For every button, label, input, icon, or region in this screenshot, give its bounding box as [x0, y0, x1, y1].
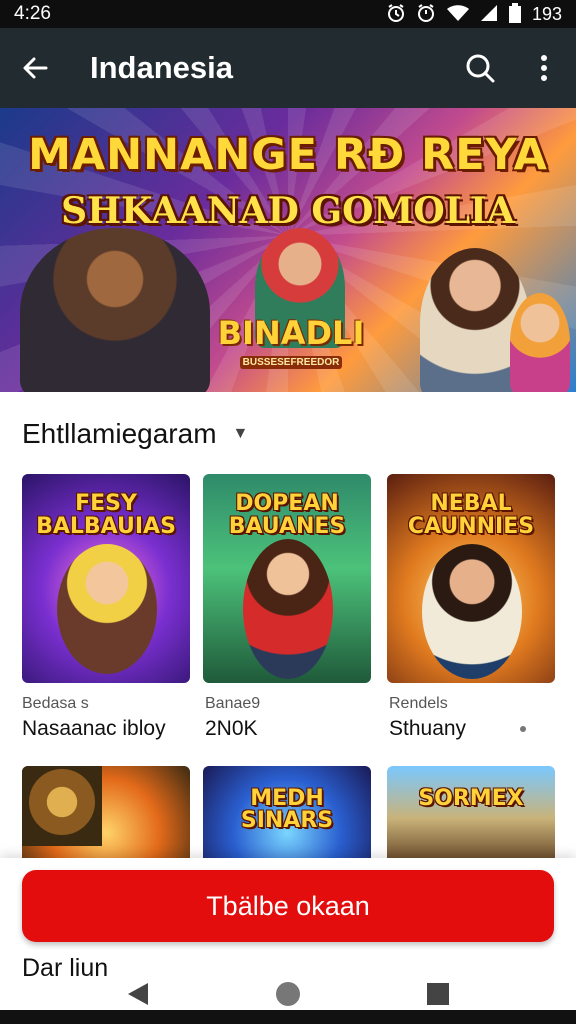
search-button[interactable] [448, 28, 512, 108]
banner-hero-warrior [20, 228, 210, 392]
alarm-icon [416, 3, 436, 26]
game-card-title: MEDH SINARS [240, 786, 334, 833]
status-bar: 4:26 193 [0, 0, 576, 28]
game-card-art [22, 766, 102, 846]
status-icons: 193 [386, 2, 562, 26]
page-title: Indanesia [90, 50, 233, 85]
game-card-title: DOPEAN BAUANES [228, 491, 346, 540]
game-card-6[interactable]: SORMEX [387, 766, 555, 861]
more-dot-icon [520, 726, 526, 732]
game-card-meta: Banae9 [205, 695, 261, 712]
status-time: 4:26 [14, 3, 51, 24]
game-card-name: Sthuany [389, 717, 467, 740]
battery-text: 193 [531, 3, 562, 24]
game-card-name: Nasaanac ibloy [22, 717, 166, 740]
game-card-5[interactable]: MEDH SINARS [203, 766, 371, 861]
battery-icon [508, 2, 522, 26]
nav-recents-button[interactable] [418, 974, 458, 1014]
back-triangle-icon [128, 983, 148, 1005]
primary-cta-button[interactable]: Tbälbe okaan [22, 870, 554, 942]
game-card-title: FESY BALBAUIAS [36, 491, 176, 540]
signal-icon [480, 3, 498, 26]
game-card-art [243, 539, 333, 679]
game-card-3[interactable]: NEBAL CAUNNIES [387, 474, 555, 683]
back-arrow-icon [23, 57, 48, 79]
game-card-title: SORMEX [418, 786, 524, 811]
game-card-1[interactable]: FESY BALBAUIAS [22, 474, 190, 683]
banner-headline: MANNANGE RÐ REYA [28, 130, 548, 180]
home-circle-icon [276, 982, 300, 1006]
banner-logo: BINADLI BUSSESEFREEDOR [212, 314, 370, 370]
category-dropdown[interactable]: Ehtllamiegaram ▼ [22, 418, 248, 450]
game-card-title: NEBAL CAUNNIES [407, 491, 535, 540]
banner-logo-text: BINADLI [217, 314, 365, 352]
chevron-down-icon: ▼ [232, 425, 249, 442]
game-card-2[interactable]: DOPEAN BAUANES [203, 474, 371, 683]
game-card-meta: Bedasa s [22, 695, 89, 712]
more-options-button[interactable] [512, 28, 576, 108]
banner-subheadline: SHKAANAD GOMOLIA [61, 190, 515, 232]
category-label: Ehtllamiegaram [22, 418, 217, 449]
back-button[interactable] [0, 28, 70, 108]
game-card-meta: Rendels [389, 695, 448, 712]
app-bar: Indanesia [0, 28, 576, 108]
more-vert-icon [541, 55, 547, 81]
search-icon [466, 54, 495, 83]
game-card-4[interactable] [22, 766, 190, 861]
alarm-icon [386, 3, 406, 26]
banner-hero-small [510, 293, 570, 392]
nav-back-button[interactable] [118, 974, 158, 1014]
recents-square-icon [427, 983, 449, 1005]
banner-logo-sub: BUSSESEFREEDOR [239, 356, 343, 369]
game-card-name: 2N0K [205, 717, 258, 740]
game-card-art [422, 544, 522, 679]
wifi-icon [446, 3, 470, 26]
game-card-art [57, 544, 157, 674]
nav-bottom-edge [0, 1010, 576, 1024]
nav-home-button[interactable] [268, 974, 308, 1014]
promo-banner[interactable]: MANNANGE RÐ REYA SHKAANAD GOMOLIA BINADL… [0, 108, 576, 392]
